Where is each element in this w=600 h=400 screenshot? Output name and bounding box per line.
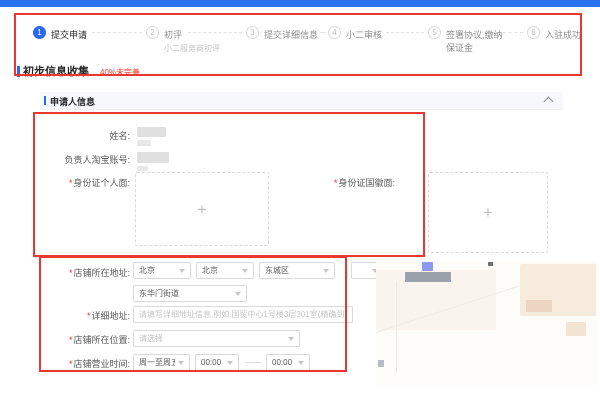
open-time-value: 00:00 bbox=[201, 358, 221, 367]
id-front-label: *身份证个人面: bbox=[50, 176, 130, 189]
step-1-label: 提交申请 bbox=[51, 28, 87, 41]
step-2-number: 2 bbox=[150, 28, 154, 37]
chevron-down-icon bbox=[298, 361, 304, 365]
chevron-down-icon bbox=[323, 269, 329, 273]
step-connector bbox=[188, 32, 242, 33]
collapse-chevron-up-icon[interactable] bbox=[544, 97, 554, 107]
map-poi-dot bbox=[488, 262, 493, 266]
store-position-select[interactable]: 请选择 bbox=[133, 330, 300, 347]
id-back-label-text: 身份证国徽面: bbox=[338, 178, 395, 188]
name-label: 姓名: bbox=[60, 129, 130, 142]
id-front-label-text: 身份证个人面: bbox=[73, 178, 130, 188]
section-title-bar bbox=[17, 66, 20, 77]
step-3-circle: 3 bbox=[246, 26, 259, 39]
city-select[interactable]: 北京 bbox=[196, 262, 254, 279]
section-completion-note: 40%未完善 bbox=[100, 67, 140, 78]
business-days-select[interactable]: 周一至周五 bbox=[133, 354, 190, 371]
step-6-number: 6 bbox=[531, 28, 535, 37]
chevron-down-icon bbox=[179, 269, 185, 273]
step-3-label: 提交详细信息 bbox=[264, 28, 318, 41]
map-building-patch bbox=[526, 300, 552, 312]
plus-upload-icon: + bbox=[483, 204, 493, 221]
chevron-down-icon bbox=[178, 361, 184, 365]
step-5-circle: 5 bbox=[428, 26, 441, 39]
step-1-number: 1 bbox=[37, 28, 41, 37]
chevron-down-icon bbox=[227, 361, 233, 365]
plus-upload-icon: + bbox=[197, 201, 207, 218]
street-value: 东华门街道 bbox=[139, 288, 179, 299]
step-5-label: 签署协议,缴纳 bbox=[446, 28, 503, 41]
detail-address-label-text: 详细地址: bbox=[91, 311, 130, 321]
step-1-circle: 1 bbox=[33, 26, 46, 39]
business-hours-label: *店铺营业时间: bbox=[50, 357, 130, 370]
name-value-redacted-line2 bbox=[137, 140, 151, 146]
step-3-number: 3 bbox=[250, 28, 254, 37]
step-connector bbox=[503, 32, 523, 33]
time-range-dash: —— bbox=[245, 358, 261, 367]
taobao-account-label: 负责人淘宝账号: bbox=[40, 153, 130, 166]
business-days-value: 周一至周五 bbox=[139, 357, 175, 368]
step-4-label: 小二审核 bbox=[346, 28, 382, 41]
detail-address-input[interactable] bbox=[133, 306, 353, 323]
province-value: 北京 bbox=[139, 265, 155, 276]
close-time-value: 00:00 bbox=[272, 358, 292, 367]
step-4-circle: 4 bbox=[328, 26, 341, 39]
store-address-label: *店铺所在地址: bbox=[45, 266, 130, 279]
chevron-down-icon bbox=[288, 337, 294, 341]
street-select[interactable]: 东华门街道 bbox=[133, 285, 247, 302]
step-6-circle: 6 bbox=[527, 26, 540, 39]
name-value-redacted bbox=[137, 127, 166, 137]
taobao-account-value-redacted-line2 bbox=[137, 166, 148, 171]
step-6-label: 入驻成功 bbox=[545, 28, 581, 41]
step-connector bbox=[320, 32, 326, 33]
step-2-circle: 2 bbox=[146, 26, 159, 39]
step-2-label: 初评 bbox=[164, 28, 182, 41]
map-poi-dot bbox=[378, 360, 384, 367]
required-mark: * bbox=[334, 178, 338, 188]
store-position-label-text: 店铺所在位置: bbox=[73, 335, 130, 345]
id-front-upload-box[interactable]: + bbox=[135, 172, 269, 246]
detail-address-label: *详细地址: bbox=[60, 309, 130, 322]
open-time-select[interactable]: 00:00 bbox=[195, 354, 239, 371]
close-time-select[interactable]: 00:00 bbox=[266, 354, 310, 371]
province-select[interactable]: 北京 bbox=[133, 262, 191, 279]
id-back-label: *身份证国徽面: bbox=[315, 176, 395, 189]
store-position-label: *店铺所在位置: bbox=[50, 333, 130, 346]
step-connector bbox=[386, 32, 424, 33]
map-marker-icon bbox=[422, 262, 433, 271]
district-value: 东城区 bbox=[265, 265, 289, 276]
chevron-down-icon bbox=[235, 292, 241, 296]
applicant-card-header[interactable]: 申请人信息 bbox=[40, 92, 563, 110]
id-back-upload-box[interactable]: + bbox=[428, 172, 548, 253]
top-accent-bar bbox=[0, 0, 600, 7]
card-title: 申请人信息 bbox=[50, 95, 95, 108]
required-mark: * bbox=[69, 335, 73, 345]
district-select[interactable]: 东城区 bbox=[259, 262, 335, 279]
required-mark: * bbox=[69, 178, 73, 188]
required-mark: * bbox=[69, 268, 73, 278]
business-hours-label-text: 店铺营业时间: bbox=[73, 359, 130, 369]
taobao-account-value-redacted bbox=[137, 152, 169, 163]
section-title: 初步信息收集 bbox=[23, 63, 89, 79]
step-4-number: 4 bbox=[332, 28, 336, 37]
required-mark: * bbox=[87, 311, 91, 321]
step-5-number: 5 bbox=[432, 28, 436, 37]
step-connector bbox=[92, 32, 142, 33]
required-mark: * bbox=[69, 359, 73, 369]
step-2-sublabel: 小二服务商初评 bbox=[164, 43, 220, 54]
map-building-patch bbox=[566, 322, 586, 336]
card-title-bar bbox=[44, 96, 46, 105]
store-address-label-text: 店铺所在地址: bbox=[73, 268, 130, 278]
map-road-line bbox=[396, 282, 397, 372]
map-building-block bbox=[405, 272, 451, 282]
store-location-map[interactable] bbox=[376, 262, 597, 385]
city-value: 北京 bbox=[202, 265, 218, 276]
store-position-placeholder: 请选择 bbox=[139, 333, 163, 344]
chevron-down-icon bbox=[242, 269, 248, 273]
step-5-sublabel: 保证金 bbox=[446, 41, 473, 54]
